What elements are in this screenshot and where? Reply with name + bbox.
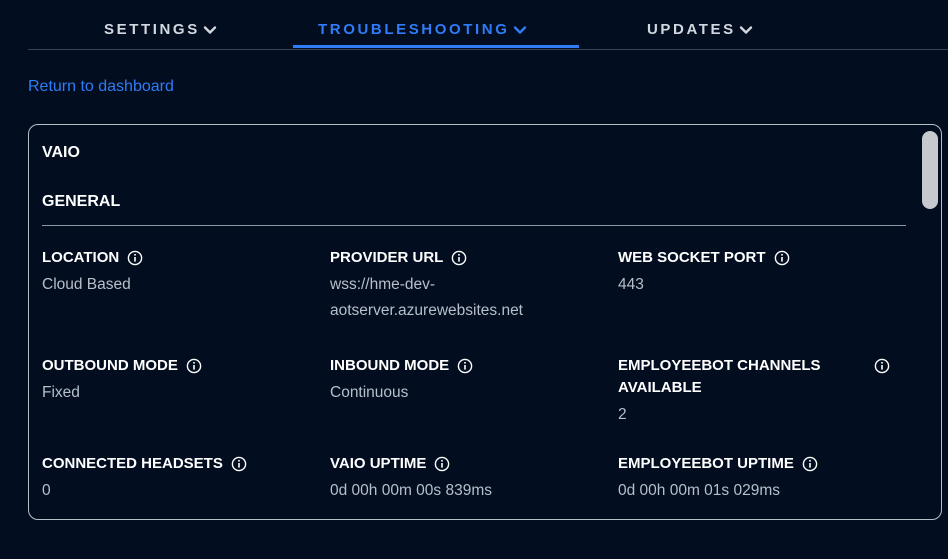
field-provider-url-label-row: PROVIDER URL [330,247,602,269]
field-employeebot-uptime: EMPLOYEEBOT UPTIME 0d 00h 00m 01s 029ms [618,453,890,504]
field-connected-headsets: CONNECTED HEADSETS 0 [42,453,314,504]
field-web-socket-port-label-row: WEB SOCKET PORT [618,247,890,269]
field-location-label-row: LOCATION [42,247,314,269]
info-icon[interactable] [802,456,818,472]
field-employeebot-channels: EMPLOYEEBOT CHANNELS AVAILABLE 2 [618,355,890,428]
scrollbar-thumb[interactable] [922,131,938,209]
tab-updates[interactable]: UPDATES [647,21,753,38]
return-to-dashboard-link[interactable]: Return to dashboard [28,78,174,96]
field-provider-url: PROVIDER URL wss://hme-dev-aotserver.azu… [330,247,602,324]
field-inbound-mode-label-row: INBOUND MODE [330,355,602,377]
field-label: PROVIDER URL [330,249,444,266]
field-outbound-mode: OUTBOUND MODE Fixed [42,355,314,406]
info-icon[interactable] [434,456,450,472]
field-value: 0d 00h 00m 00s 839ms [330,482,492,499]
field-inbound-mode: INBOUND MODE Continuous [330,355,602,406]
chevron-down-icon [739,25,752,34]
chevron-down-icon [203,25,217,34]
field-value: Continuous [330,384,409,401]
info-icon[interactable] [186,358,202,374]
field-label: OUTBOUND MODE [42,357,178,374]
chevron-down-icon [513,25,526,34]
field-value: 0d 00h 00m 01s 029ms [618,482,780,499]
field-value: Fixed [42,384,80,401]
field-label: LOCATION [42,249,120,266]
section-title-general: GENERAL [42,193,121,210]
field-value: Cloud Based [42,276,131,293]
field-web-socket-port: WEB SOCKET PORT 443 [618,247,890,298]
field-value: 0 [42,482,51,499]
field-label: EMPLOYEEBOT UPTIME [618,455,794,472]
field-connected-headsets-label-row: CONNECTED HEADSETS [42,453,314,475]
device-card: VAIO GENERAL LOCATION Cloud Based PROVID… [28,124,942,520]
tab-settings[interactable]: SETTINGS [104,21,217,38]
active-tab-indicator [293,45,579,48]
field-vaio-uptime-label-row: VAIO UPTIME [330,453,602,475]
top-nav: SETTINGS TROUBLESHOOTING UPDATES [0,0,948,50]
info-icon[interactable] [127,250,143,266]
info-icon[interactable] [874,358,890,374]
field-employeebot-channels-label-row: EMPLOYEEBOT CHANNELS AVAILABLE [618,355,890,399]
section-divider [42,225,906,226]
device-name: VAIO [42,144,80,161]
field-value: 2 [618,406,627,423]
tab-troubleshooting[interactable]: TROUBLESHOOTING [318,21,527,38]
field-vaio-uptime: VAIO UPTIME 0d 00h 00m 00s 839ms [330,453,602,504]
field-outbound-mode-label-row: OUTBOUND MODE [42,355,314,377]
field-label: CONNECTED HEADSETS [42,455,223,472]
field-value: wss://hme-dev-aotserver.azurewebsites.ne… [330,276,523,319]
field-value: 443 [618,276,644,293]
info-icon[interactable] [231,456,247,472]
tab-settings-label: SETTINGS [104,21,200,38]
field-label: INBOUND MODE [330,357,450,374]
info-icon[interactable] [451,250,467,266]
field-location: LOCATION Cloud Based [42,247,314,298]
nav-divider [28,49,948,50]
field-label: EMPLOYEEBOT CHANNELS AVAILABLE [618,357,821,396]
field-employeebot-uptime-label-row: EMPLOYEEBOT UPTIME [618,453,890,475]
info-icon[interactable] [774,250,790,266]
field-label: WEB SOCKET PORT [618,249,766,266]
tab-troubleshooting-label: TROUBLESHOOTING [318,21,510,38]
tab-updates-label: UPDATES [647,21,736,38]
field-label: VAIO UPTIME [330,455,427,472]
info-icon[interactable] [457,358,473,374]
